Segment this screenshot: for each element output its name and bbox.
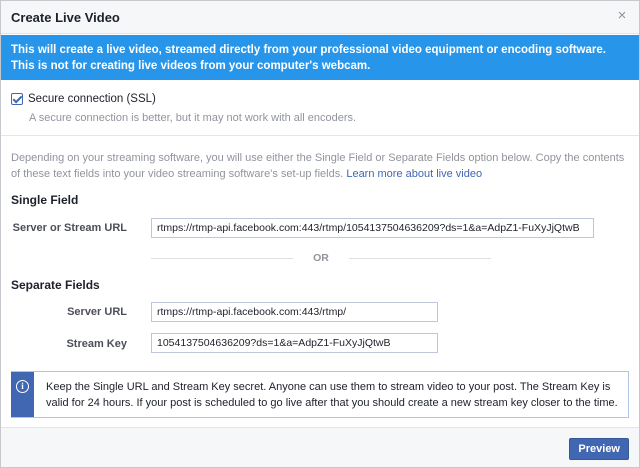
close-icon[interactable]: × — [615, 8, 629, 23]
or-separator: OR — [151, 252, 491, 264]
single-field-title: Single Field — [11, 193, 79, 207]
learn-more-link[interactable]: Learn more about live video — [346, 168, 482, 180]
streaming-description: Depending on your streaming software, yo… — [11, 150, 631, 182]
divider — [1, 135, 639, 136]
info-icon: i — [16, 380, 29, 393]
secret-notice: i Keep the Single URL and Stream Key sec… — [11, 371, 629, 418]
dialog-title: Create Live Video — [11, 10, 120, 25]
ssl-label: Secure connection (SSL) — [28, 93, 156, 105]
notice-text: Keep the Single URL and Stream Key secre… — [46, 381, 618, 409]
separate-fields-title: Separate Fields — [11, 278, 100, 292]
stream-key-label: Stream Key — [66, 338, 127, 350]
notice-bar: i — [11, 372, 34, 417]
stream-key-input[interactable]: 1054137504636209?ds=1&a=AdpZ1-FuXyJjQtwB — [151, 333, 438, 353]
banner-text: This will create a live video, streamed … — [11, 44, 606, 72]
preview-button[interactable]: Preview — [569, 438, 629, 460]
dialog-footer: Preview — [1, 427, 639, 467]
stream-url-label: Server or Stream URL — [12, 222, 127, 234]
ssl-checkbox[interactable] — [11, 93, 23, 105]
create-live-video-dialog: Create Live Video × This will create a l… — [0, 0, 640, 468]
ssl-hint: A secure connection is better, but it ma… — [29, 112, 357, 124]
dialog-header: Create Live Video × — [1, 1, 639, 34]
server-url-label: Server URL — [67, 306, 127, 318]
stream-url-input[interactable]: rtmps://rtmp-api.facebook.com:443/rtmp/1… — [151, 218, 594, 238]
server-url-input[interactable]: rtmps://rtmp-api.facebook.com:443/rtmp/ — [151, 302, 438, 322]
description-text: Depending on your streaming software, yo… — [11, 152, 625, 180]
or-line-right — [349, 258, 491, 259]
info-banner: This will create a live video, streamed … — [1, 35, 639, 80]
ssl-checkbox-row[interactable]: Secure connection (SSL) — [11, 93, 156, 105]
